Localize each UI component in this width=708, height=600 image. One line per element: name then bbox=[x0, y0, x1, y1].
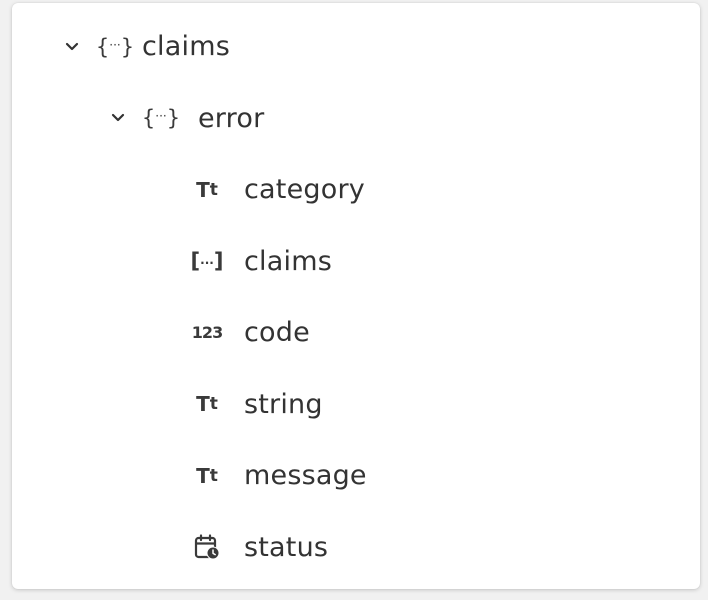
tree-field-code[interactable]: 123 code bbox=[12, 297, 700, 369]
tree-node-claims[interactable]: {···} claims bbox=[12, 11, 700, 83]
text-type-icon: Tt bbox=[196, 177, 218, 202]
tree-field-label: claims bbox=[244, 245, 332, 277]
tree-field-label: message bbox=[244, 460, 367, 492]
chevron-down-icon[interactable] bbox=[64, 39, 80, 55]
tree-node-error[interactable]: {···} error bbox=[12, 83, 700, 155]
chevron-down-icon[interactable] bbox=[110, 110, 126, 126]
array-icon: [···] bbox=[190, 249, 224, 274]
tree-field-label: string bbox=[244, 388, 323, 420]
tree-node-label: claims bbox=[142, 31, 230, 63]
tree-node-label: error bbox=[198, 102, 265, 134]
schema-tree-panel: {···} claims {···} error Tt category [··… bbox=[12, 3, 700, 589]
datetime-icon bbox=[192, 533, 222, 561]
tree-field-string[interactable]: Tt string bbox=[12, 369, 700, 441]
tree-field-category[interactable]: Tt category bbox=[12, 154, 700, 226]
object-icon: {···} bbox=[95, 34, 135, 59]
tree-field-label: category bbox=[244, 174, 365, 206]
text-type-icon: Tt bbox=[196, 392, 218, 417]
tree-field-message[interactable]: Tt message bbox=[12, 440, 700, 512]
number-type-icon: 123 bbox=[191, 323, 223, 343]
tree-field-claims[interactable]: [···] claims bbox=[12, 226, 700, 298]
text-type-icon: Tt bbox=[196, 463, 218, 488]
tree-field-status[interactable]: status bbox=[12, 512, 700, 584]
tree-field-label: status bbox=[244, 531, 329, 563]
schema-tree: {···} claims {···} error Tt category [··… bbox=[12, 11, 700, 583]
tree-field-label: code bbox=[244, 317, 310, 349]
object-icon: {···} bbox=[141, 106, 181, 131]
